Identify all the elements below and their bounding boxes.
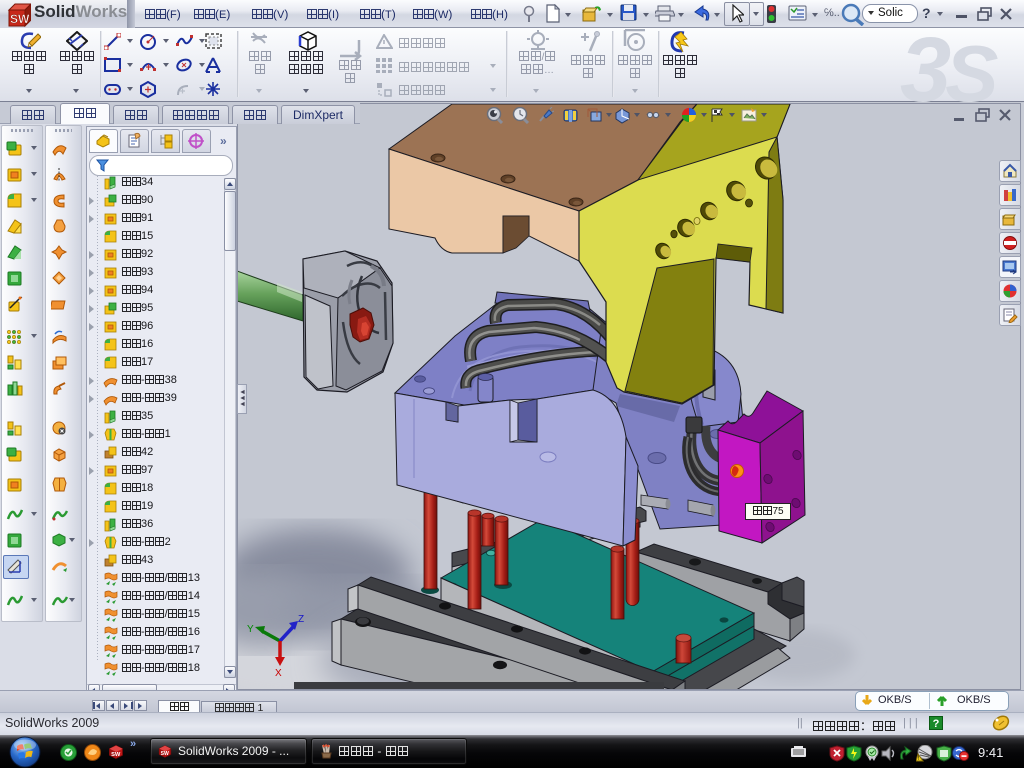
svg-text:SW: SW	[111, 752, 121, 758]
svg-text:SW: SW	[10, 12, 30, 26]
svg-text:X: X	[275, 668, 282, 679]
svg-text:SW: SW	[161, 751, 169, 757]
svg-text:Z: Z	[298, 614, 304, 625]
svg-text:Y: Y	[247, 624, 254, 635]
